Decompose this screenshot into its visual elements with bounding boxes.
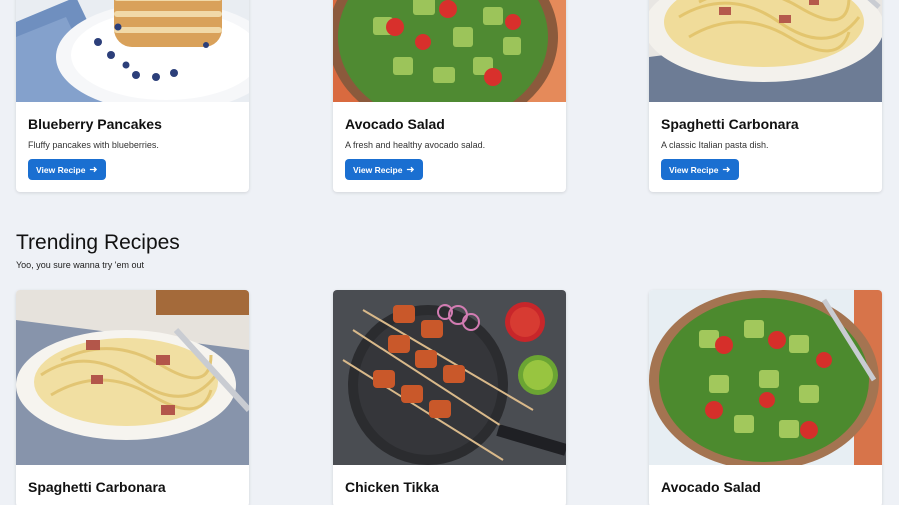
- card-title: Avocado Salad: [345, 116, 445, 132]
- recipe-card: Avocado Salad: [649, 290, 882, 505]
- card-title: Blueberry Pancakes: [28, 116, 162, 132]
- recipe-card: Chicken Tikka: [333, 290, 566, 505]
- recipe-card: Blueberry Pancakes Fluffy pancakes with …: [16, 0, 249, 192]
- recipe-card: Avocado Salad A fresh and healthy avocad…: [333, 0, 566, 192]
- arrow-right-icon: [407, 166, 415, 173]
- section-subtitle: Yoo, you sure wanna try 'em out: [16, 260, 144, 270]
- view-recipe-button[interactable]: View Recipe: [345, 159, 424, 180]
- pancakes-image: [16, 0, 249, 102]
- avocado-salad-image: [333, 0, 566, 102]
- button-label: View Recipe: [36, 164, 86, 175]
- view-recipe-button[interactable]: View Recipe: [661, 159, 740, 180]
- card-description: A fresh and healthy avocado salad.: [345, 140, 486, 150]
- avocado-salad-image: [649, 290, 882, 465]
- card-title: Avocado Salad: [661, 479, 761, 495]
- button-label: View Recipe: [669, 164, 719, 175]
- carbonara-image: [649, 0, 882, 102]
- recipe-card: Spaghetti Carbonara A classic Italian pa…: [649, 0, 882, 192]
- card-title: Spaghetti Carbonara: [28, 479, 166, 495]
- view-recipe-button[interactable]: View Recipe: [28, 159, 107, 180]
- card-title: Spaghetti Carbonara: [661, 116, 799, 132]
- arrow-right-icon: [90, 166, 98, 173]
- section-title: Trending Recipes: [16, 231, 180, 254]
- recipe-card: Spaghetti Carbonara: [16, 290, 249, 505]
- card-description: Fluffy pancakes with blueberries.: [28, 140, 159, 150]
- chicken-tikka-image: [333, 290, 566, 465]
- card-description: A classic Italian pasta dish.: [661, 140, 769, 150]
- card-title: Chicken Tikka: [345, 479, 439, 495]
- button-label: View Recipe: [353, 164, 403, 175]
- carbonara-image: [16, 290, 249, 465]
- arrow-right-icon: [723, 166, 731, 173]
